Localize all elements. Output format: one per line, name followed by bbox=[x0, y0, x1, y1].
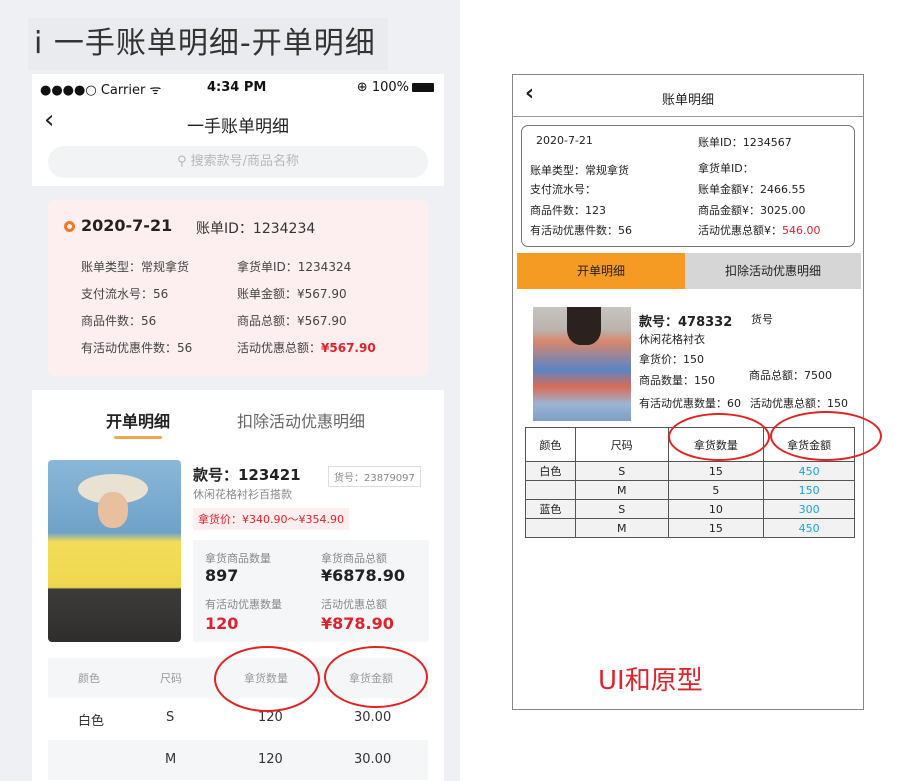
proto-nav-bar: ‹ 账单明细 bbox=[513, 75, 863, 117]
payment-serial: 支付流水号：56 bbox=[81, 287, 169, 301]
stat-label-promo-qty: 有活动优惠数量 bbox=[205, 598, 282, 611]
proto-promo-total: 活动优惠总额¥：546.00 bbox=[698, 224, 821, 237]
proto-product-code: 款号：478332 bbox=[639, 315, 733, 330]
active-tab-indicator bbox=[114, 436, 162, 439]
product-image bbox=[48, 460, 181, 642]
tab-order-detail[interactable]: 开单明细 bbox=[106, 408, 170, 432]
product-code: 款号：123421 bbox=[193, 466, 301, 484]
table-row: 白色 S 15 450 bbox=[525, 461, 855, 481]
page-heading: i 一手账单明细-开单明细 bbox=[28, 18, 388, 70]
promo-total: 活动优惠总额：¥567.90 bbox=[237, 341, 376, 355]
bill-id: 账单ID：1234234 bbox=[196, 221, 316, 237]
table-row: M 120 30.00 bbox=[48, 740, 428, 780]
product-price-range: 拿货价：¥340.90～¥354.90 bbox=[193, 508, 349, 530]
stat-label-total: 拿货商品总额 bbox=[321, 552, 387, 565]
product-sku-badge: 货号：23879097 bbox=[328, 466, 421, 487]
date-dot-icon bbox=[64, 221, 75, 232]
proto-tab-order-detail[interactable]: 开单明细 bbox=[517, 253, 685, 289]
proto-promo-qty: 有活动优惠数量：60 bbox=[639, 397, 741, 410]
battery-icon bbox=[412, 83, 434, 92]
search-placeholder: 搜索款号/商品名称 bbox=[190, 154, 300, 169]
status-bar: ●●●●○ Carrier ᯤ 4:34 PM ⊕ 100% bbox=[32, 74, 444, 102]
col-size: 尺码 bbox=[160, 672, 182, 685]
goods-total: 商品总额：¥567.90 bbox=[237, 314, 347, 328]
bill-date: 2020-7-21 bbox=[81, 216, 173, 235]
proto-payment-serial: 支付流水号： bbox=[530, 183, 596, 196]
table-row: M 15 450 bbox=[525, 518, 855, 538]
clock: 4:34 PM bbox=[207, 80, 267, 95]
nav-title: 一手账单明细 bbox=[187, 117, 289, 137]
proto-bill-amount: 账单金额¥：2466.55 bbox=[698, 183, 806, 196]
proto-bill-id: 账单ID：1234567 bbox=[698, 136, 792, 149]
proto-nav-title: 账单明细 bbox=[661, 93, 714, 108]
stat-value-total: ¥6878.90 bbox=[321, 566, 406, 585]
bill-amount: 账单金额：¥567.90 bbox=[237, 287, 347, 301]
annotation-circle-amount bbox=[324, 646, 428, 708]
detail-tabs: 开单明细 扣除活动优惠明细 bbox=[32, 390, 444, 460]
proto-bill-card: 2020-7-21 账单类型：常规拿货 支付流水号： 商品件数：123 有活动优… bbox=[521, 125, 855, 247]
proto-promo-total-line: 活动优惠总额：150 bbox=[750, 397, 848, 410]
proto-product-sku: 货号 bbox=[751, 313, 773, 326]
wireframe-prototype: ‹ 账单明细 2020-7-21 账单类型：常规拿货 支付流水号： 商品件数：1… bbox=[512, 74, 864, 710]
table-row: M 5 150 bbox=[525, 480, 855, 500]
proto-tab-promo-deduction[interactable]: 扣除活动优惠明细 bbox=[685, 253, 861, 289]
stage: i 一手账单明细-开单明细 ●●●●○ Carrier ᯤ 4:34 PM ⊕ … bbox=[0, 0, 915, 781]
proto-pickup-order-id: 拿货单ID： bbox=[698, 162, 754, 175]
stat-label-promo-total: 活动优惠总额 bbox=[321, 598, 387, 611]
proto-bill-date: 2020-7-21 bbox=[536, 134, 593, 147]
proto-annotation-circle-amount bbox=[770, 411, 882, 461]
proto-promo-item-count: 有活动优惠件数：56 bbox=[530, 224, 632, 237]
search-icon: ⚲ bbox=[176, 154, 191, 169]
proto-product-desc: 休闲花格衬衣 bbox=[639, 333, 705, 346]
item-count: 商品件数：56 bbox=[81, 314, 157, 328]
proto-goods-amount: 商品金额¥：3025.00 bbox=[698, 204, 806, 217]
col-color: 颜色 bbox=[78, 672, 100, 685]
battery-indicator: ⊕ 100% bbox=[357, 80, 434, 95]
product-stats: 拿货商品数量 897 拿货商品总额 ¥6878.90 有活动优惠数量 120 活… bbox=[193, 540, 429, 642]
stat-value-qty: 897 bbox=[205, 566, 239, 585]
tab-promo-deduction[interactable]: 扣除活动优惠明细 bbox=[237, 408, 365, 432]
proto-product-price: 拿货价：150 bbox=[639, 353, 704, 366]
product-desc: 休闲花格衬衫百搭款 bbox=[193, 488, 292, 501]
table-row: 蓝色 S 10 300 bbox=[525, 499, 855, 519]
promo-item-count: 有活动优惠件数：56 bbox=[81, 341, 193, 355]
bill-type: 账单类型：常规拿货 bbox=[81, 260, 190, 274]
caption-label: UI和原型 bbox=[598, 666, 703, 696]
annotation-circle-qty bbox=[214, 646, 320, 712]
proto-product-image bbox=[533, 307, 631, 421]
search-input[interactable]: ⚲ 搜索款号/商品名称 bbox=[48, 146, 428, 178]
proto-product-qty: 商品数量：150 bbox=[639, 374, 715, 387]
proto-product-total: 商品总额：7500 bbox=[749, 369, 832, 382]
proto-annotation-circle-qty bbox=[668, 413, 770, 461]
proto-bill-type: 账单类型：常规拿货 bbox=[530, 164, 629, 177]
stat-value-promo-qty: 120 bbox=[205, 614, 239, 633]
carrier-label: ●●●●○ Carrier ᯤ bbox=[40, 83, 162, 98]
pickup-order-id: 拿货单ID：1234324 bbox=[237, 260, 352, 274]
nav-bar: ‹ 一手账单明细 bbox=[32, 102, 444, 142]
stat-label-qty: 拿货商品数量 bbox=[205, 552, 271, 565]
proto-item-count: 商品件数：123 bbox=[530, 204, 606, 217]
stat-value-promo-total: ¥878.90 bbox=[321, 614, 394, 633]
bill-summary-card: 2020-7-21 账单ID：1234234 账单类型：常规拿货 支付流水号：5… bbox=[48, 200, 428, 376]
